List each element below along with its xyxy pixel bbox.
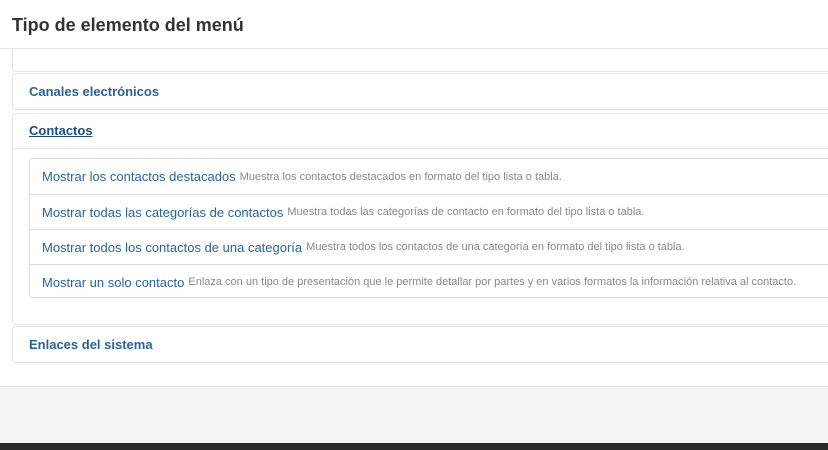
list-item-contactos-categoria[interactable]: Mostrar todos los contactos de una categ… <box>30 229 828 264</box>
section-contactos: Contactos Mostrar los contactos destacad… <box>12 113 828 325</box>
modal-title: Tipo de elemento del menú <box>12 15 244 35</box>
previous-section-panel-edge <box>12 49 828 72</box>
list-item-description: Enlaza con un tipo de presentación que l… <box>188 276 797 288</box>
list-item-description: Muestra todas las categorías de contacto… <box>287 206 645 218</box>
list-item-contactos-destacados[interactable]: Mostrar los contactos destacados Muestra… <box>30 159 828 194</box>
list-item-title[interactable]: Mostrar un solo contacto <box>42 275 184 290</box>
list-item-description: Muestra todos los contactos de una categ… <box>306 241 685 253</box>
contactos-item-list: Mostrar los contactos destacados Muestra… <box>29 158 828 298</box>
section-canales-electronicos[interactable]: Canales electrónicos <box>12 73 828 110</box>
list-item-categorias-contactos[interactable]: Mostrar todas las categorías de contacto… <box>30 194 828 229</box>
section-toggle-enlaces-del-sistema[interactable]: Enlaces del sistema <box>29 337 153 353</box>
page-bottom-bar <box>0 443 828 450</box>
list-item-description: Muestra los contactos destacados en form… <box>239 170 562 183</box>
list-item-title[interactable]: Mostrar los contactos destacados <box>42 169 236 184</box>
list-item-title[interactable]: Mostrar todas las categorías de contacto… <box>42 205 283 220</box>
modal-footer <box>0 386 828 443</box>
menu-item-type-modal: Tipo de elemento del menú Canales electr… <box>0 0 828 443</box>
list-item-title[interactable]: Mostrar todos los contactos de una categ… <box>42 240 302 255</box>
section-toggle-contactos[interactable]: Contactos <box>29 123 93 139</box>
modal-header: Tipo de elemento del menú <box>0 0 828 49</box>
section-toggle-canales-electronicos[interactable]: Canales electrónicos <box>29 84 159 100</box>
section-divider <box>13 148 828 149</box>
list-item-solo-contacto[interactable]: Mostrar un solo contacto Enlaza con un t… <box>30 264 828 299</box>
section-enlaces-del-sistema[interactable]: Enlaces del sistema <box>12 326 828 363</box>
modal-body[interactable]: Canales electrónicos Contactos Mostrar l… <box>0 49 828 386</box>
